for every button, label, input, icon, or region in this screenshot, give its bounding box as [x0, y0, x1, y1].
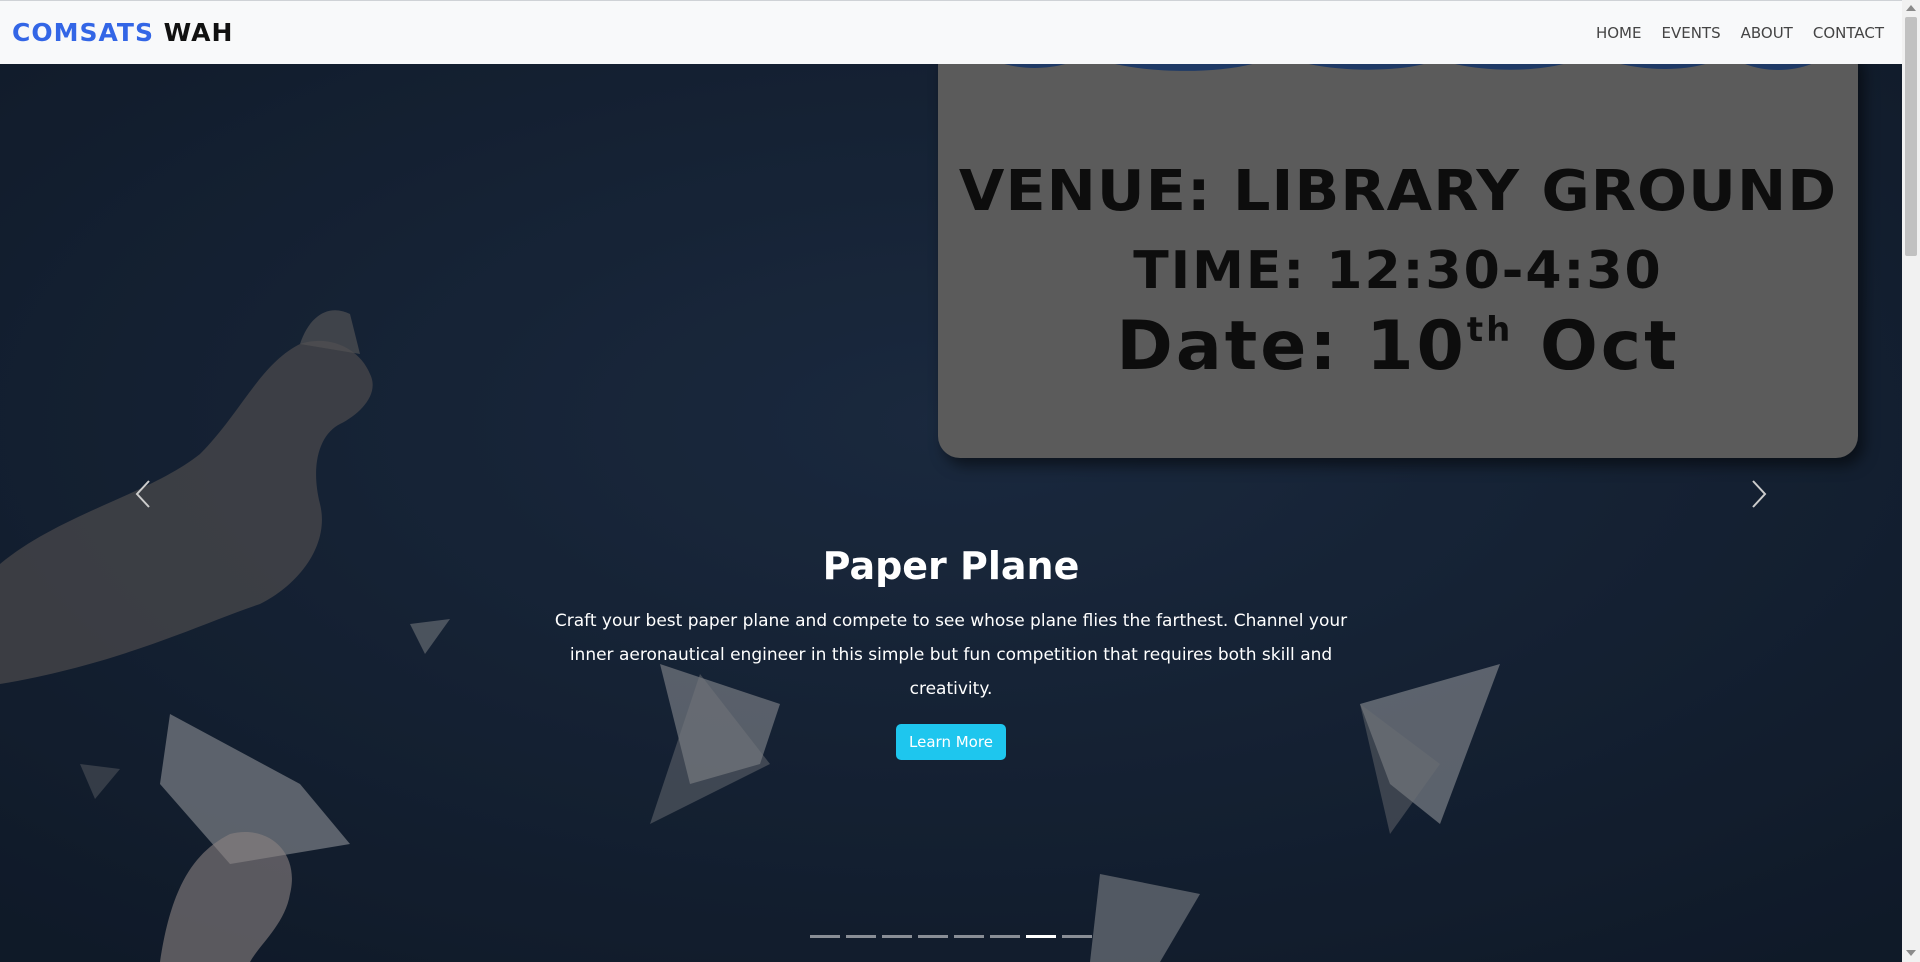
carousel-indicator-5[interactable]: [954, 935, 984, 938]
brand-secondary: WAH: [163, 18, 234, 47]
poster-top-decoration: [1004, 64, 1811, 71]
chevron-left-icon: [135, 480, 150, 508]
carousel-next-button[interactable]: [1729, 464, 1789, 524]
nav-link-events[interactable]: EVENTS: [1661, 24, 1720, 42]
carousel-indicators: [0, 935, 1902, 938]
poster-date-suffix: Oct: [1513, 307, 1680, 386]
hero-carousel: VENUE: LIBRARY GROUND TIME: 12:30-4:30 D…: [0, 64, 1902, 962]
brand-logo[interactable]: COMSATS WAH: [12, 18, 233, 47]
learn-more-button[interactable]: Learn More: [896, 724, 1006, 760]
scroll-up-icon[interactable]: [1906, 5, 1916, 11]
scroll-down-icon[interactable]: [1906, 950, 1916, 956]
caption-title: Paper Plane: [822, 544, 1080, 588]
chevron-right-icon: [1752, 480, 1767, 508]
brand-primary: COMSATS: [12, 18, 154, 47]
carousel-indicator-7[interactable]: [1026, 935, 1056, 938]
caption-text: Craft your best paper plane and compete …: [554, 611, 1348, 699]
nav-link-contact[interactable]: CONTACT: [1813, 24, 1884, 42]
carousel-indicator-2[interactable]: [846, 935, 876, 938]
scrollbar-thumb[interactable]: [1905, 17, 1917, 256]
carousel-indicator-6[interactable]: [990, 935, 1020, 938]
poster-time: TIME: 12:30-4:30: [1133, 241, 1663, 301]
nav-link-about[interactable]: ABOUT: [1741, 24, 1793, 42]
navbar: COMSATS WAH HOME EVENTS ABOUT CONTACT: [0, 0, 1902, 64]
poster-venue: VENUE: LIBRARY GROUND: [958, 159, 1838, 224]
poster-date: Date: 10th Oct: [938, 307, 1858, 386]
carousel-caption: Paper Plane Craft your best paper plane …: [0, 544, 1902, 760]
event-poster: VENUE: LIBRARY GROUND TIME: 12:30-4:30 D…: [938, 64, 1858, 458]
carousel-prev-button[interactable]: [113, 464, 173, 524]
nav-links: HOME EVENTS ABOUT CONTACT: [1596, 24, 1884, 42]
poster-date-sup: th: [1466, 310, 1514, 350]
carousel-indicator-1[interactable]: [810, 935, 840, 938]
carousel-indicator-8[interactable]: [1062, 935, 1092, 938]
carousel-indicator-4[interactable]: [918, 935, 948, 938]
poster-date-prefix: Date: 10: [1116, 307, 1467, 386]
nav-link-home[interactable]: HOME: [1596, 24, 1642, 42]
page-scrollbar[interactable]: [1902, 0, 1920, 962]
carousel-indicator-3[interactable]: [882, 935, 912, 938]
